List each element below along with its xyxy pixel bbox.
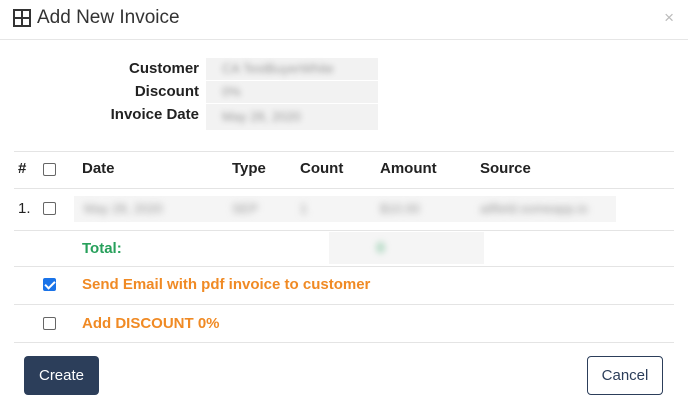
customer-row: Customer CA TestBuyerWhite	[0, 58, 688, 80]
divider	[14, 230, 674, 231]
invoice-date-value-field: May 28, 2020	[206, 104, 378, 130]
send-email-checkbox[interactable]	[43, 278, 56, 291]
customer-value: CA TestBuyerWhite	[222, 61, 334, 76]
col-amount: Amount	[380, 160, 437, 177]
row-count: 1	[300, 201, 308, 216]
row-date: May 28, 2020	[84, 201, 163, 216]
dialog-title: Add New Invoice	[37, 7, 180, 28]
col-date: Date	[82, 160, 115, 177]
col-count: Count	[300, 160, 344, 177]
dialog-header: Add New Invoice ×	[0, 0, 688, 40]
customer-label: Customer	[128, 60, 199, 77]
row-amount: $10.00	[380, 201, 420, 216]
col-num: #	[18, 160, 27, 177]
discount-value-field: 0%	[206, 81, 378, 103]
divider	[14, 342, 674, 343]
cancel-button[interactable]: Cancel	[587, 356, 663, 395]
invoice-date-label: Invoice Date	[110, 106, 199, 123]
customer-value-field: CA TestBuyerWhite	[206, 58, 378, 80]
total-label: Total:	[82, 240, 122, 257]
select-all-checkbox[interactable]	[43, 163, 56, 176]
row-number: 1.	[18, 200, 31, 217]
add-invoice-dialog: Add New Invoice × Customer CA TestBuyerW…	[0, 0, 688, 420]
discount-value: 0%	[222, 84, 241, 99]
row-type: SEP	[232, 201, 259, 216]
close-icon[interactable]: ×	[664, 8, 674, 28]
divider	[14, 151, 674, 152]
divider	[14, 188, 674, 189]
row-checkbox[interactable]	[43, 202, 56, 215]
invoice-date-value: May 28, 2020	[222, 109, 301, 124]
divider	[14, 266, 674, 267]
col-source: Source	[480, 160, 531, 177]
discount-row: Discount 0%	[0, 81, 688, 103]
add-discount-label[interactable]: Add DISCOUNT 0%	[82, 315, 220, 332]
invoice-date-row: Invoice Date May 28, 2020	[0, 104, 688, 130]
send-email-label[interactable]: Send Email with pdf invoice to customer	[82, 276, 370, 293]
col-type: Type	[232, 160, 266, 177]
add-discount-checkbox[interactable]	[43, 317, 56, 330]
total-value: 0	[377, 240, 385, 255]
row-source: ailfield.someapp.io	[480, 201, 588, 216]
total-value-field: 0	[329, 232, 484, 264]
discount-label: Discount	[134, 83, 199, 100]
divider	[14, 304, 674, 305]
table-icon	[13, 9, 31, 27]
create-button[interactable]: Create	[24, 356, 99, 395]
